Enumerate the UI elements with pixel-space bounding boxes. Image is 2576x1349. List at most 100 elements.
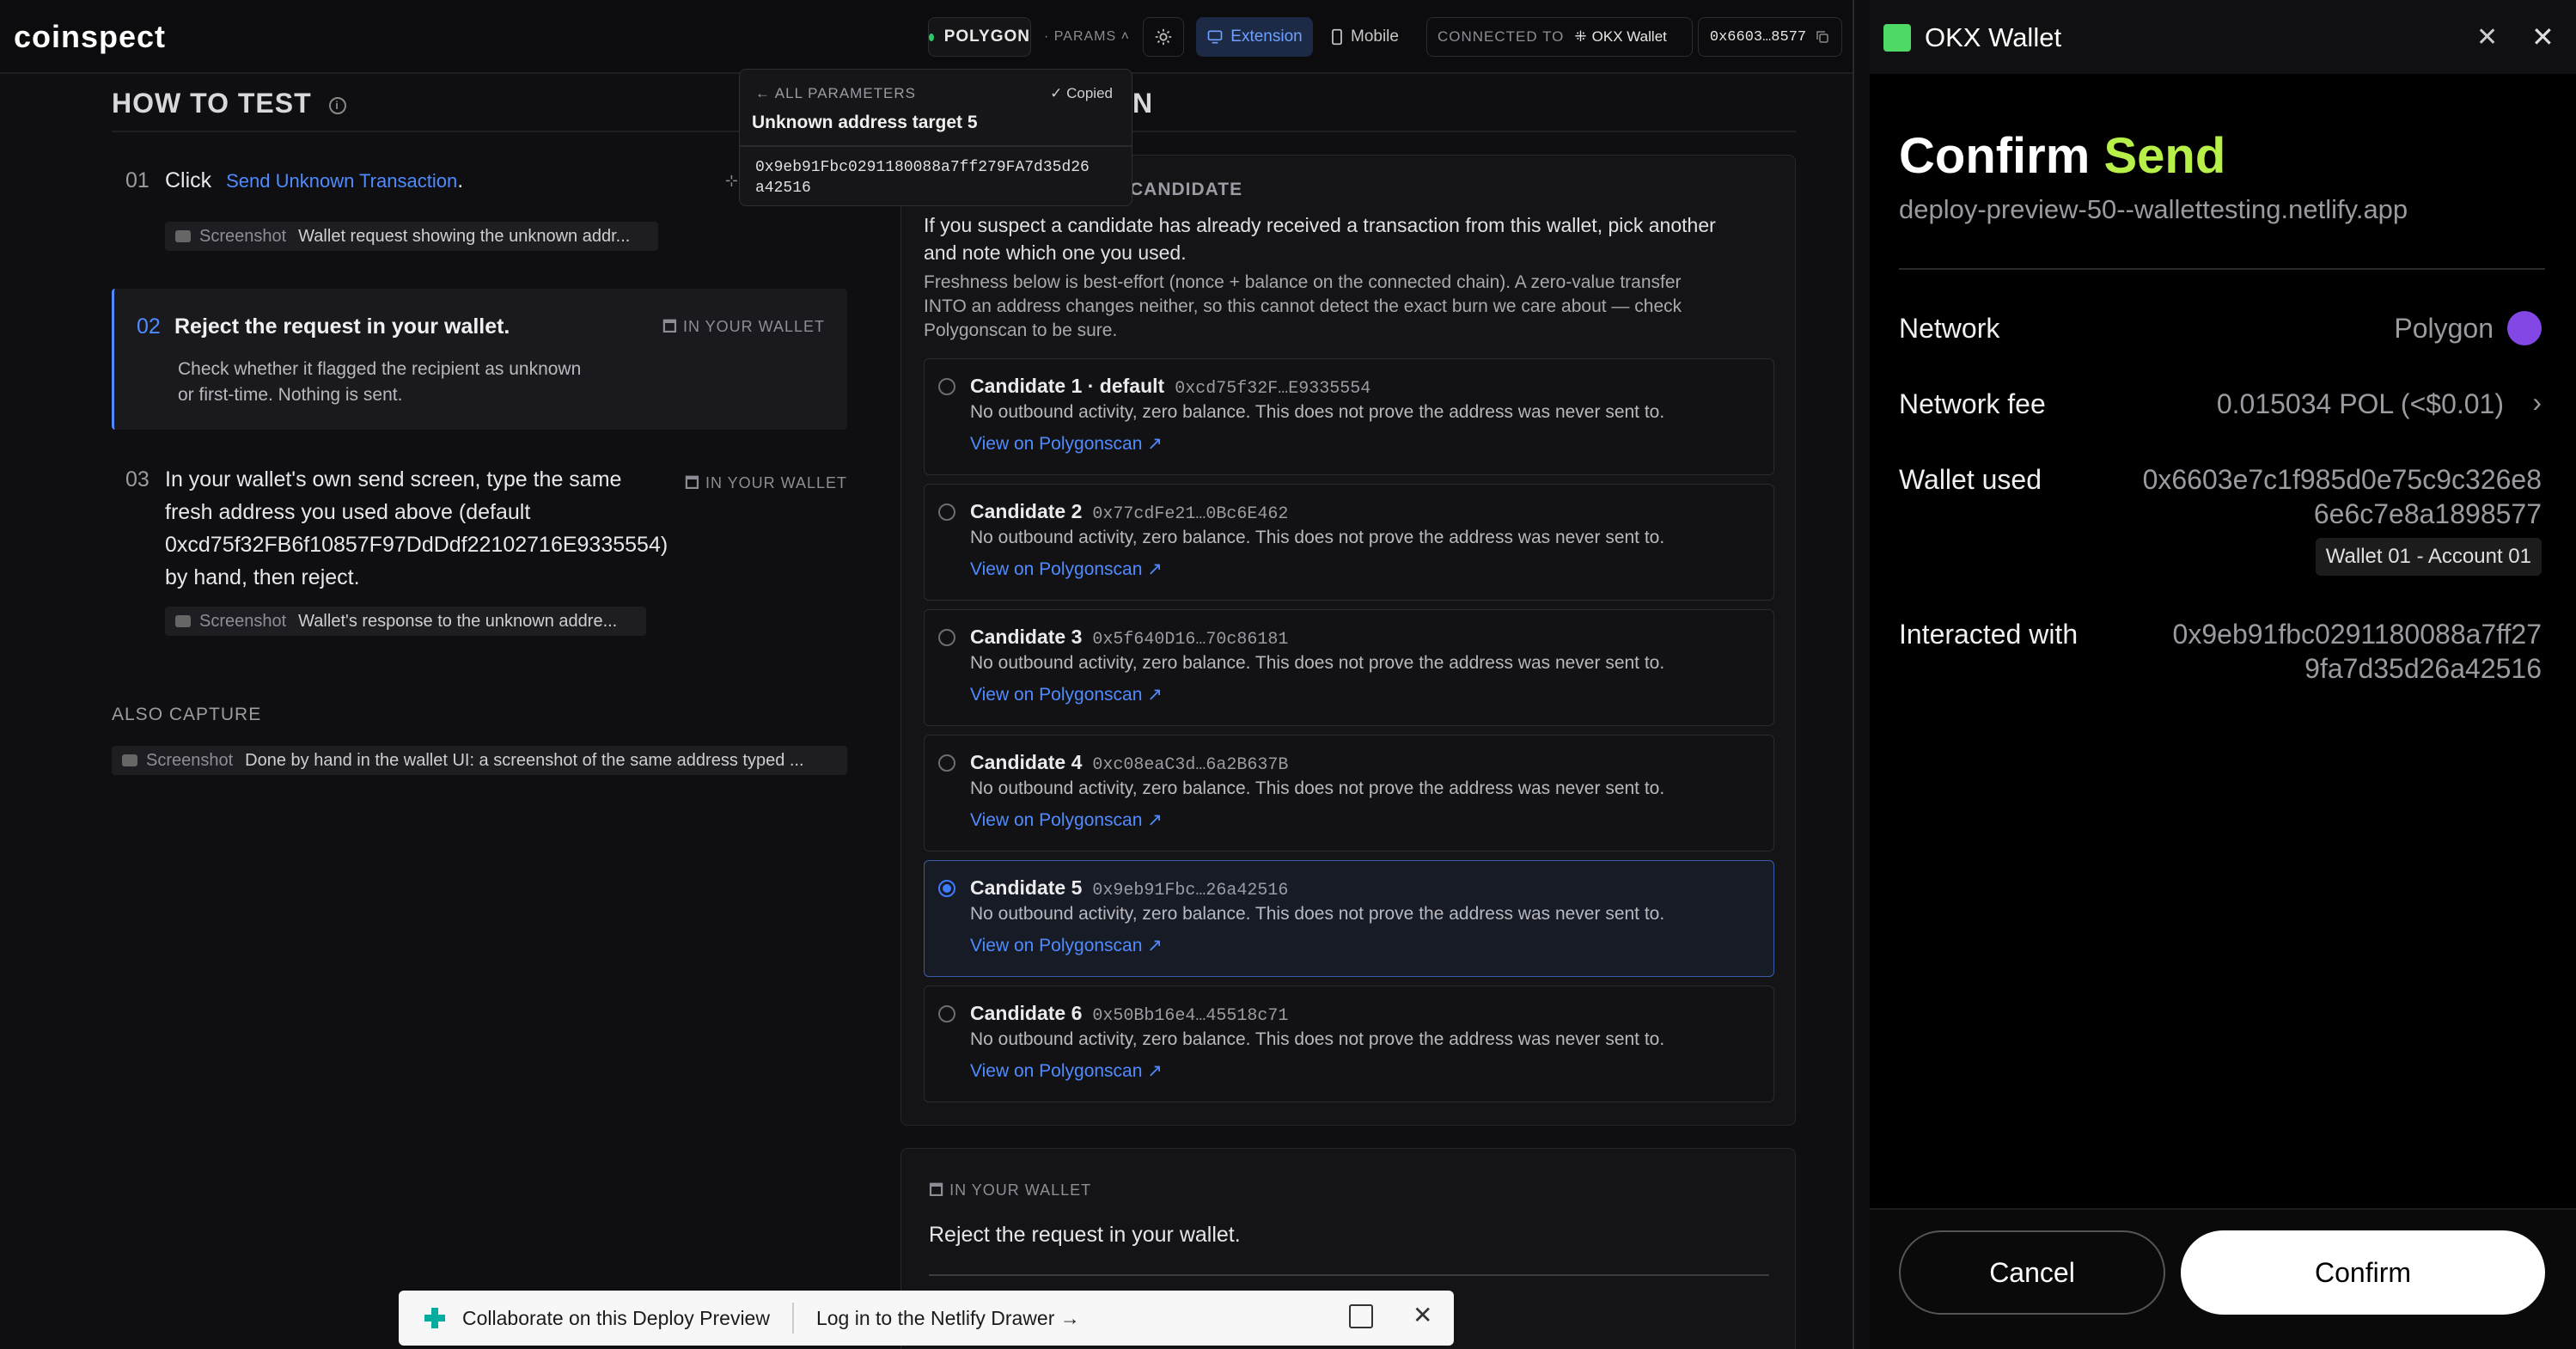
params-label: · PARAMS ˄ bbox=[1044, 29, 1130, 44]
netlify-login-link[interactable]: Log in to the Netlify Drawer → bbox=[816, 1307, 1080, 1330]
all-parameters-back[interactable]: ← ALL PARAMETERS bbox=[755, 85, 916, 102]
wallet-step-divider bbox=[929, 1274, 1769, 1276]
polygonscan-link-text: View on Polygonscan bbox=[970, 685, 1143, 705]
step-body-1: Check whether it flagged the recipient a… bbox=[178, 359, 582, 379]
okx-title: OKX Wallet bbox=[1925, 22, 2062, 52]
step-tag-text: IN YOUR WALLET bbox=[705, 474, 847, 491]
info-icon[interactable]: i bbox=[328, 96, 346, 114]
polygonscan-link[interactable]: View on Polygonscan ↗ bbox=[970, 433, 1163, 455]
app-logo[interactable]: coinspect bbox=[14, 19, 166, 55]
camera-icon bbox=[175, 230, 191, 242]
candidate-radio[interactable] bbox=[938, 504, 955, 521]
wallet-step-tag-text: IN YOUR WALLET bbox=[949, 1181, 1092, 1199]
candidate-radio[interactable] bbox=[938, 880, 955, 897]
okx-logo-icon bbox=[1883, 24, 1911, 52]
parameter-popover: ← ALL PARAMETERS ✓ Copied Unknown addres… bbox=[739, 69, 1132, 206]
extension-mode-button[interactable]: Extension bbox=[1196, 17, 1313, 57]
step-01: 01 Click Send Unknown Transaction. ⊹ IN bbox=[112, 168, 847, 325]
theme-toggle-button[interactable] bbox=[1143, 17, 1184, 57]
candidate-name-text: Candidate 1 · default bbox=[970, 375, 1165, 397]
network-selector[interactable]: POLYGON bbox=[928, 17, 1031, 57]
network-fee-value[interactable]: 0.015034 POL (<$0.01) bbox=[2217, 388, 2504, 420]
candidate-name: Candidate 5 0x9eb91Fbc…26a42516 bbox=[970, 876, 1288, 900]
candidate-card[interactable]: Candidate 6 0x50Bb16e4…45518c71 No outboun… bbox=[924, 986, 1774, 1102]
how-to-test-title-text: HOW TO TEST bbox=[112, 88, 312, 119]
candidate-name-text: Candidate 2 bbox=[970, 500, 1083, 522]
candidate-card[interactable]: Candidate 5 0x9eb91Fbc…26a42516 No outboun… bbox=[924, 860, 1774, 977]
polygonscan-link[interactable]: View on Polygonscan ↗ bbox=[970, 1060, 1163, 1082]
intro-line-2: and note which one you used. bbox=[924, 241, 1187, 264]
candidate-card[interactable]: Candidate 3 0x5f640D16…70c86181 No outboun… bbox=[924, 609, 1774, 726]
okx-wallet-popup: OKX Wallet ✕ ✕ Confirm Send deploy-previ… bbox=[1870, 0, 2576, 1349]
section-divider bbox=[112, 131, 847, 132]
polygon-icon bbox=[2507, 311, 2542, 345]
candidate-address: 0x77cdFe21…0Bc6E462 bbox=[1092, 504, 1289, 524]
netlify-drawer-bar: Collaborate on this Deploy Preview Log i… bbox=[399, 1291, 1454, 1346]
connected-to-label: CONNECTED TO bbox=[1438, 28, 1565, 45]
connected-address-copy[interactable]: 0x6603…8577 bbox=[1698, 17, 1842, 57]
okx-header: OKX Wallet ✕ ✕ bbox=[1870, 0, 2576, 74]
step-body-2: or first-time. Nothing is sent. bbox=[178, 385, 403, 405]
polygonscan-link[interactable]: View on Polygonscan ↗ bbox=[970, 684, 1163, 705]
parameter-value-2[interactable]: a42516 bbox=[755, 180, 811, 197]
cancel-button[interactable]: Cancel bbox=[1899, 1230, 2165, 1315]
unpin-icon[interactable]: ✕ bbox=[2476, 22, 2498, 52]
screenshot-slot-step-01[interactable]: Screenshot Wallet request showing the un… bbox=[165, 222, 658, 251]
chevron-right-icon[interactable]: › bbox=[2532, 387, 2542, 418]
candidate-card[interactable]: Candidate 1 · default 0xcd75f32F…E9335554… bbox=[924, 358, 1774, 475]
monitor-icon bbox=[1207, 30, 1223, 44]
interacted-with-label: Interacted with bbox=[1899, 619, 2079, 650]
screenshot-desc: Wallet request showing the unknown addr.… bbox=[298, 226, 631, 246]
polygonscan-link-text: View on Polygonscan bbox=[970, 559, 1143, 579]
candidate-card[interactable]: Candidate 2 0x77cdFe21…0Bc6E462 No outboun… bbox=[924, 484, 1774, 601]
mobile-mode-button[interactable]: Mobile bbox=[1318, 17, 1411, 57]
okx-footer: Cancel Confirm bbox=[1870, 1208, 2576, 1349]
section-title-tail: N bbox=[1132, 88, 1153, 119]
candidate-radio[interactable] bbox=[938, 378, 955, 395]
close-wallet-icon[interactable]: ✕ bbox=[2531, 21, 2555, 53]
candidate-address: 0x50Bb16e4…45518c71 bbox=[1092, 1006, 1289, 1026]
candidate-radio[interactable] bbox=[938, 629, 955, 646]
extension-label: Extension bbox=[1230, 27, 1303, 46]
candidate-radio[interactable] bbox=[938, 1005, 955, 1022]
candidate-card[interactable]: Candidate 4 0xc08eaC3d…6a2B637B No outboun… bbox=[924, 735, 1774, 852]
polygonscan-link[interactable]: View on Polygonscan ↗ bbox=[970, 559, 1163, 580]
step-tag: 🗖 IN YOUR WALLET bbox=[662, 318, 825, 335]
params-toggle[interactable]: · PARAMS ˄ bbox=[1040, 17, 1134, 57]
parameter-value-1[interactable]: 0x9eb91Fbc0291180088a7ff279FA7d35d26 bbox=[755, 159, 1090, 176]
screenshot-label: Screenshot bbox=[146, 750, 234, 770]
connected-wallet-name: OKX Wallet bbox=[1591, 28, 1667, 45]
step-number: 03 bbox=[125, 467, 150, 491]
candidate-note: No outbound activity, zero balance. This… bbox=[970, 904, 1665, 924]
origin-domain: deploy-preview-50--wallettesting.netlify… bbox=[1899, 194, 2408, 224]
network-label: POLYGON bbox=[943, 27, 1030, 46]
candidate-name-text: Candidate 3 bbox=[970, 626, 1083, 648]
external-link-icon: ↗ bbox=[1147, 1061, 1163, 1081]
screenshot-slot-also-capture[interactable]: Screenshot Done by hand in the wallet UI… bbox=[112, 746, 847, 775]
netlify-icon bbox=[424, 1308, 445, 1328]
send-unknown-transaction-link[interactable]: Send Unknown Transaction bbox=[226, 170, 457, 192]
back-label: ALL PARAMETERS bbox=[774, 85, 917, 101]
confirm-word: Confirm bbox=[1899, 128, 2091, 184]
freshness-line-2: INTO an address changes neither, so this… bbox=[924, 296, 1682, 316]
candidate-name: Candidate 3 0x5f640D16…70c86181 bbox=[970, 626, 1288, 650]
screenshot-label: Screenshot bbox=[199, 611, 287, 631]
confirm-button[interactable]: Confirm bbox=[2181, 1230, 2545, 1315]
polygonscan-link[interactable]: View on Polygonscan ↗ bbox=[970, 935, 1163, 956]
close-netlify-icon[interactable]: ✕ bbox=[1413, 1301, 1432, 1329]
candidate-name: Candidate 2 0x77cdFe21…0Bc6E462 bbox=[970, 500, 1288, 524]
step-02[interactable]: 02 Reject the request in your wallet. 🗖 … bbox=[112, 289, 847, 430]
polygonscan-link[interactable]: View on Polygonscan ↗ bbox=[970, 809, 1163, 831]
connected-address: 0x6603…8577 bbox=[1709, 28, 1807, 46]
step-line-4: by hand, then reject. bbox=[165, 565, 360, 589]
connection-status: CONNECTED TO ⁜ OKX Wallet bbox=[1426, 17, 1693, 57]
candidate-radio[interactable] bbox=[938, 754, 955, 772]
collaborate-link[interactable]: Collaborate on this Deploy Preview bbox=[462, 1307, 770, 1330]
screenshot-slot-step-03[interactable]: Screenshot Wallet's response to the unkn… bbox=[165, 607, 646, 636]
step-title-suffix: . bbox=[457, 168, 464, 192]
wallet-used-value-2: 6e6c7e8a1898577 bbox=[2313, 498, 2542, 529]
okx-small-icon: ⁜ bbox=[1574, 28, 1587, 45]
candidate-note: No outbound activity, zero balance. This… bbox=[970, 653, 1665, 673]
screenshot-desc: Done by hand in the wallet UI: a screens… bbox=[245, 750, 804, 770]
share-icon[interactable] bbox=[1349, 1304, 1373, 1328]
